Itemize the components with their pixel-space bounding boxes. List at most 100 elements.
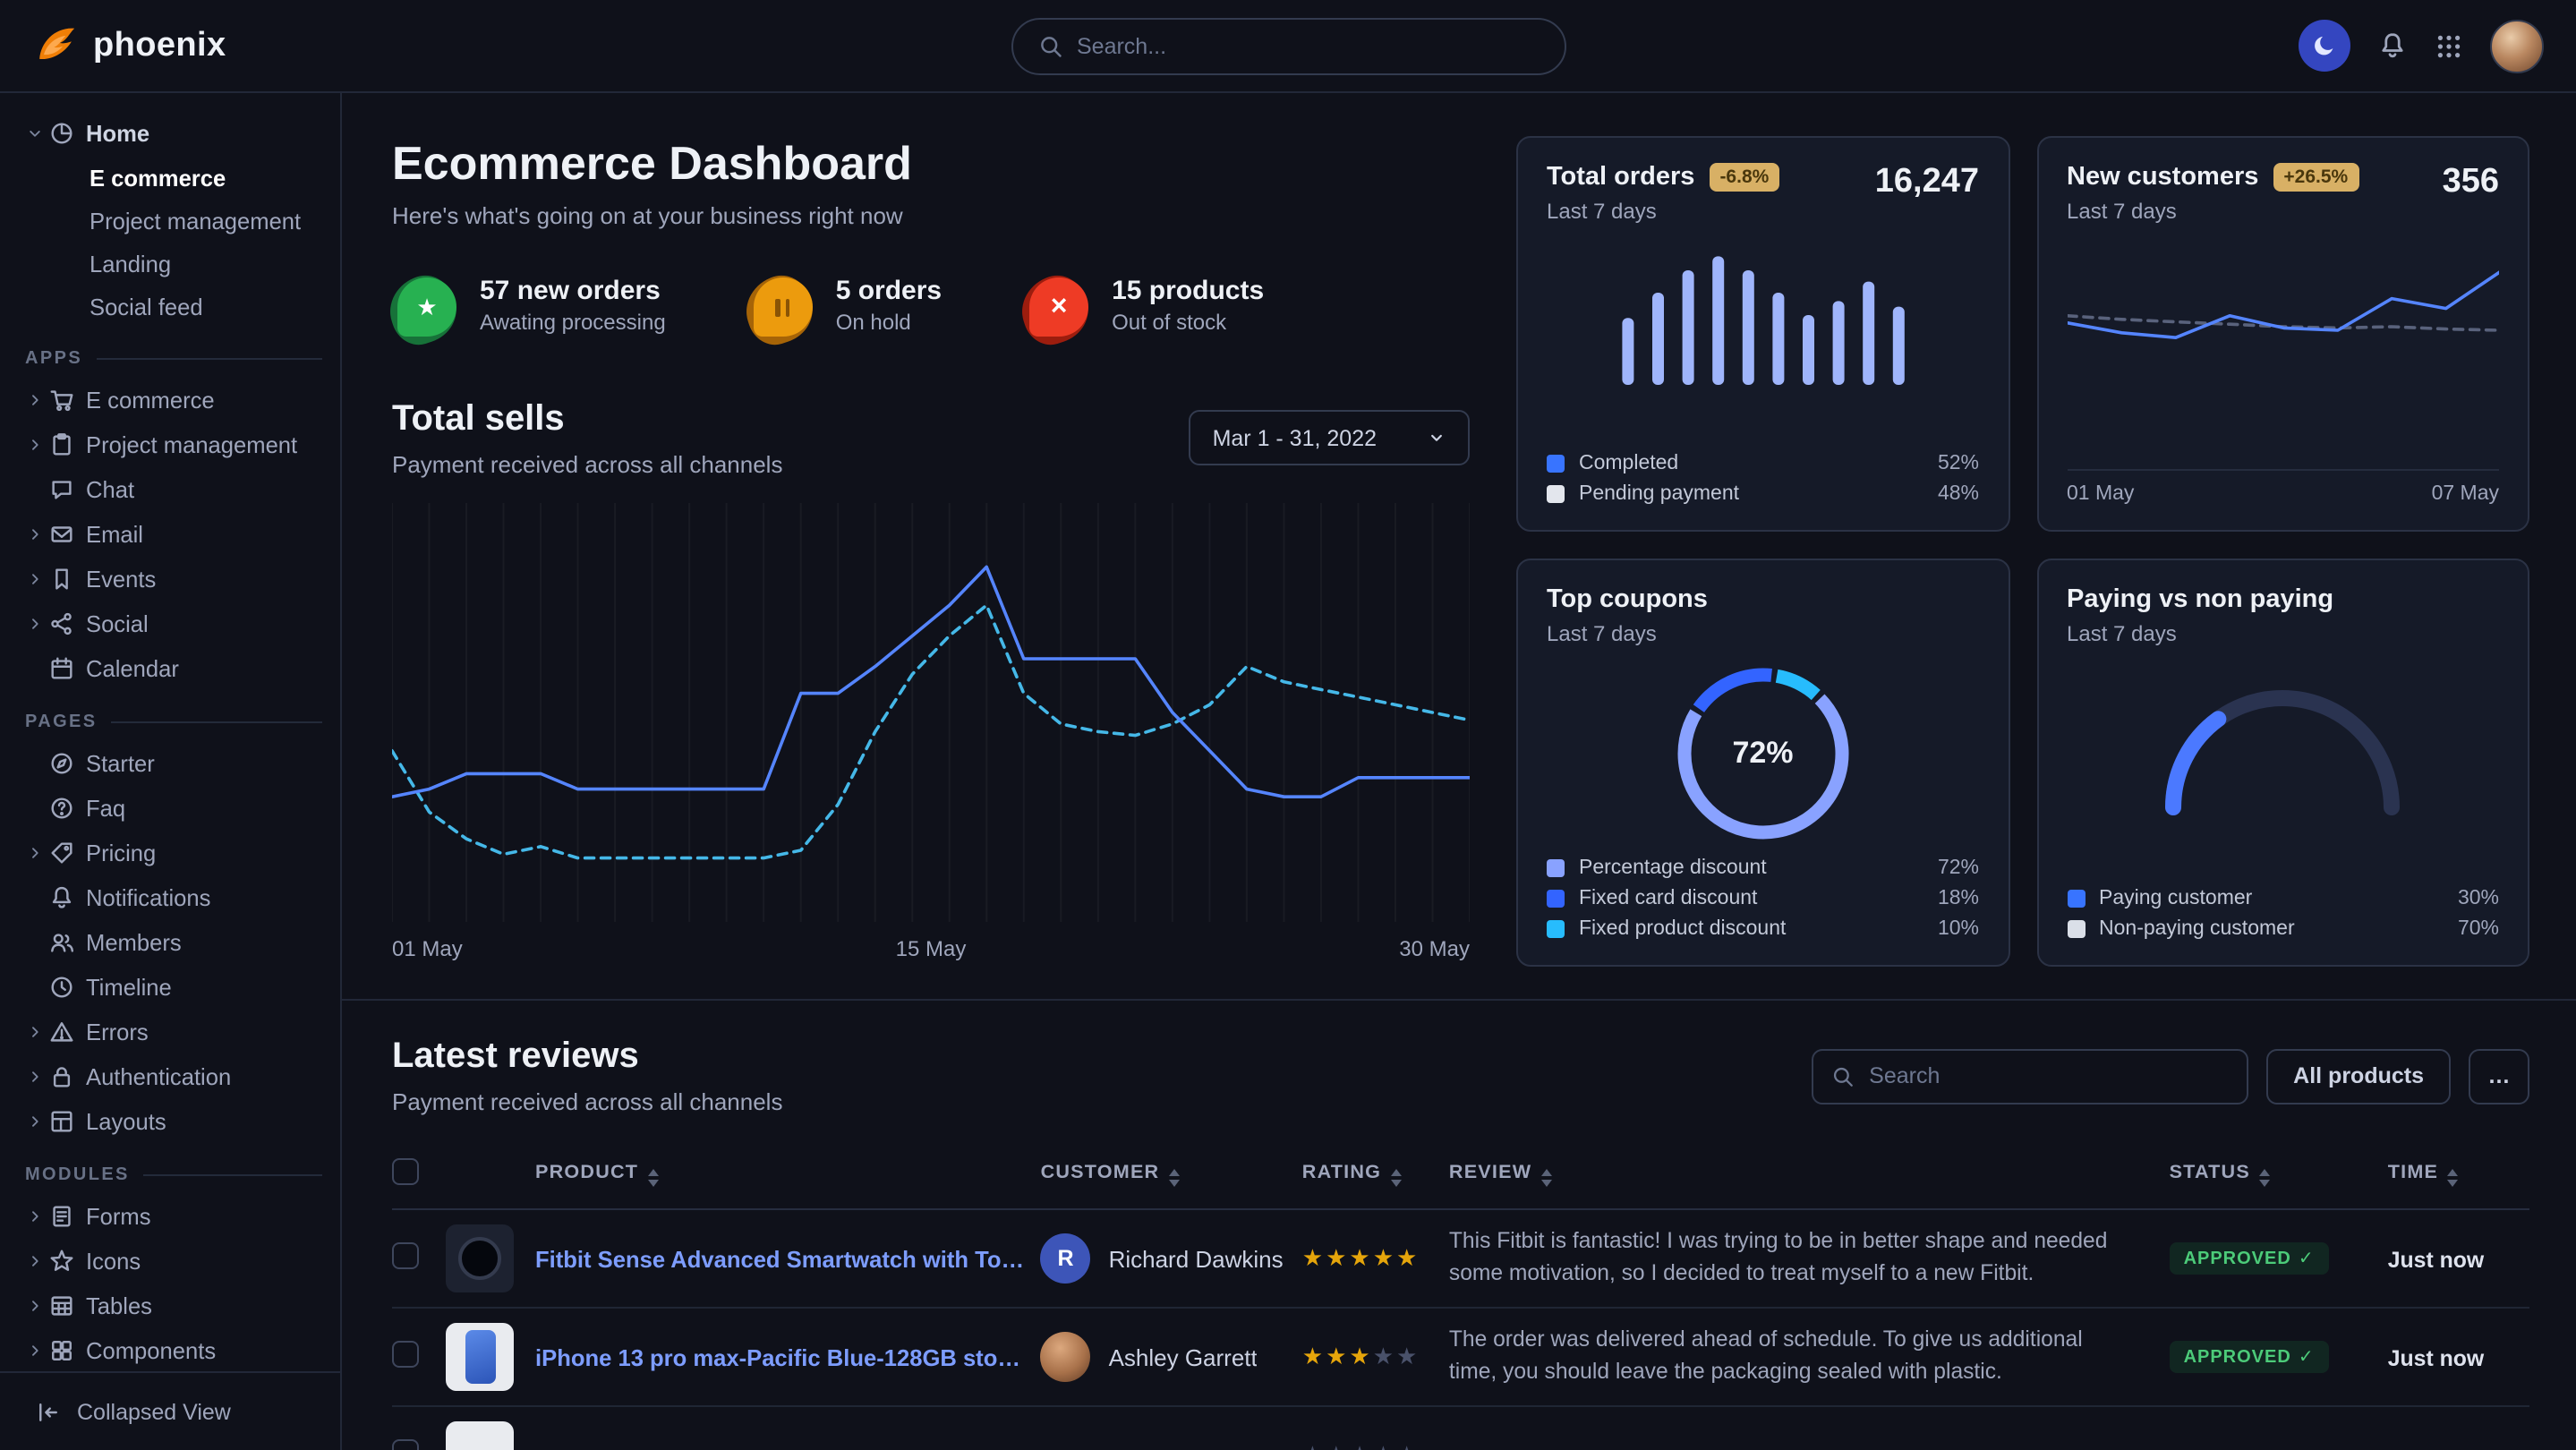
total-orders-value: 16,247 xyxy=(1875,163,1979,202)
row-checkbox[interactable] xyxy=(392,1439,419,1450)
total-sells-subtitle: Payment received across all channels xyxy=(392,451,782,478)
total-sells-x-axis: 01 May15 May30 May xyxy=(392,936,1470,961)
brand-name: phoenix xyxy=(93,26,226,65)
product-link[interactable]: iPhone 13 pro max-Pacific Blue-128GB sto… xyxy=(535,1343,1027,1370)
all-products-button[interactable]: All products xyxy=(2266,1048,2451,1104)
coupons-legend: Percentage discount72%Fixed card discoun… xyxy=(1547,857,1979,940)
legend-swatch xyxy=(2067,920,2085,938)
new-customers-chart xyxy=(2067,238,2499,388)
sidebar: HomeE commerceProject managementLandingS… xyxy=(0,93,342,1450)
sidebar-item-calendar[interactable]: Calendar xyxy=(25,646,322,691)
quick-stats: ★57 new ordersAwating processing5 orders… xyxy=(392,272,1470,338)
caret-right-icon xyxy=(25,1022,48,1042)
theme-toggle-button[interactable] xyxy=(2299,20,2350,72)
sidebar-item-pricing[interactable]: Pricing xyxy=(25,831,322,875)
sidebar-item-project-management[interactable]: Project management xyxy=(25,422,322,467)
sidebar-item-tables[interactable]: Tables xyxy=(25,1284,322,1328)
sort-icon xyxy=(1390,1169,1401,1187)
bell-icon xyxy=(48,884,86,911)
product-thumbnail xyxy=(446,1421,514,1450)
sidebar-item-social[interactable]: Social xyxy=(25,601,322,646)
sidebar-item-notifications[interactable]: Notifications xyxy=(25,875,322,920)
column-header-review[interactable]: REVIEW xyxy=(1449,1140,2170,1209)
legend-swatch xyxy=(1547,859,1565,877)
page-title: Ecommerce Dashboard xyxy=(392,136,1470,192)
reviews-search[interactable] xyxy=(1812,1048,2248,1104)
sidebar-item-social-feed[interactable]: Social feed xyxy=(25,285,322,328)
sidebar-item-icons[interactable]: Icons xyxy=(25,1239,322,1284)
column-header-product[interactable]: PRODUCT xyxy=(446,1140,1041,1209)
legend-item-fixed-product-discount: Fixed product discount10% xyxy=(1547,918,1979,940)
sidebar-item-layouts[interactable]: Layouts xyxy=(25,1099,322,1144)
bookmark-icon xyxy=(48,566,86,593)
caret-right-icon xyxy=(25,435,48,455)
main-content: Ecommerce Dashboard Here's what's going … xyxy=(342,93,2576,1450)
total-orders-chart xyxy=(1604,231,1923,396)
column-header-time[interactable]: TIME xyxy=(2388,1140,2529,1209)
star-blob-icon: ★ xyxy=(392,272,458,338)
dashboard-top-section: Ecommerce Dashboard Here's what's going … xyxy=(342,93,2576,1001)
rating-stars: ★★★★★ xyxy=(1302,1308,1449,1406)
sidebar-item-timeline[interactable]: Timeline xyxy=(25,965,322,1010)
review-row: Fitbit Sense Advanced Smartwatch with To… xyxy=(392,1209,2529,1308)
legend-swatch xyxy=(2067,890,2085,908)
paying-legend: Paying customer30% Non-paying customer70% xyxy=(2067,888,2499,940)
row-checkbox[interactable] xyxy=(392,1341,419,1368)
product-link[interactable]: Fitbit Sense Advanced Smartwatch with To… xyxy=(535,1245,1027,1272)
caret-right-icon xyxy=(25,1112,48,1131)
review-time: Just now xyxy=(2388,1247,2484,1272)
brand[interactable]: phoenix xyxy=(32,20,226,72)
card-title: Total orders xyxy=(1547,163,1694,192)
legend-item-pending-payment: Pending payment48% xyxy=(1547,483,1979,505)
search-input[interactable] xyxy=(1077,34,1539,59)
review-row: ★★★★★ xyxy=(392,1406,2529,1450)
column-header-status[interactable]: STATUS xyxy=(2170,1140,2388,1209)
sidebar-item-e-commerce[interactable]: E commerce xyxy=(25,378,322,422)
global-search[interactable] xyxy=(1011,18,1565,75)
sidebar-item-components[interactable]: Components xyxy=(25,1328,322,1371)
select-all-checkbox[interactable] xyxy=(392,1158,419,1185)
reviews-title: Latest reviews xyxy=(392,1036,782,1078)
card-period: Last 7 days xyxy=(1547,199,1779,224)
sidebar-item-chat[interactable]: Chat xyxy=(25,467,322,512)
star-icon xyxy=(48,1248,86,1275)
legend-item-non-paying-customer: Non-paying customer70% xyxy=(2067,918,2499,940)
user-avatar[interactable] xyxy=(2490,19,2544,72)
sidebar-item-errors[interactable]: Errors xyxy=(25,1010,322,1054)
product-thumbnail xyxy=(446,1224,514,1292)
legend-item-paying-customer: Paying customer30% xyxy=(2067,888,2499,909)
new-customers-x-axis: 01 May07 May xyxy=(2067,469,2499,505)
sidebar-item-landing[interactable]: Landing xyxy=(25,242,322,285)
notifications-button[interactable] xyxy=(2377,30,2408,61)
search-icon xyxy=(1831,1064,1855,1088)
navbar-actions xyxy=(2299,19,2544,72)
sidebar-item-members[interactable]: Members xyxy=(25,920,322,965)
sidebar-item-e-commerce[interactable]: E commerce xyxy=(25,156,322,199)
axis-label: 07 May xyxy=(2432,483,2499,505)
sidebar-item-home[interactable]: Home xyxy=(25,111,322,156)
sidebar-item-project-management[interactable]: Project management xyxy=(25,199,322,242)
sidebar-item-faq[interactable]: Faq xyxy=(25,786,322,831)
more-options-button[interactable]: … xyxy=(2469,1048,2529,1104)
mail-icon xyxy=(48,521,86,548)
collapsed-view-toggle[interactable]: Collapsed View xyxy=(0,1371,340,1450)
date-range-select[interactable]: Mar 1 - 31, 2022 xyxy=(1190,410,1470,465)
legend-swatch xyxy=(1547,920,1565,938)
column-header-rating[interactable]: RATING xyxy=(1302,1140,1449,1209)
legend-swatch xyxy=(1547,485,1565,503)
chevron-down-icon xyxy=(1427,428,1446,448)
sidebar-section-pages: PAGES xyxy=(25,712,322,732)
sidebar-item-events[interactable]: Events xyxy=(25,557,322,601)
sidebar-item-starter[interactable]: Starter xyxy=(25,741,322,786)
layout-icon xyxy=(48,1108,86,1135)
coupons-donut-chart: 72% xyxy=(1670,661,1856,847)
row-checkbox[interactable] xyxy=(392,1242,419,1269)
sidebar-item-forms[interactable]: Forms xyxy=(25,1194,322,1239)
table-header-row: PRODUCTCUSTOMERRATINGREVIEWSTATUSTIME xyxy=(392,1140,2529,1209)
column-header-customer[interactable]: CUSTOMER xyxy=(1041,1140,1302,1209)
sidebar-item-authentication[interactable]: Authentication xyxy=(25,1054,322,1099)
reviews-search-input[interactable] xyxy=(1869,1063,2229,1088)
apps-grid-button[interactable] xyxy=(2435,31,2463,60)
grid-icon xyxy=(2435,31,2463,60)
sidebar-item-email[interactable]: Email xyxy=(25,512,322,557)
